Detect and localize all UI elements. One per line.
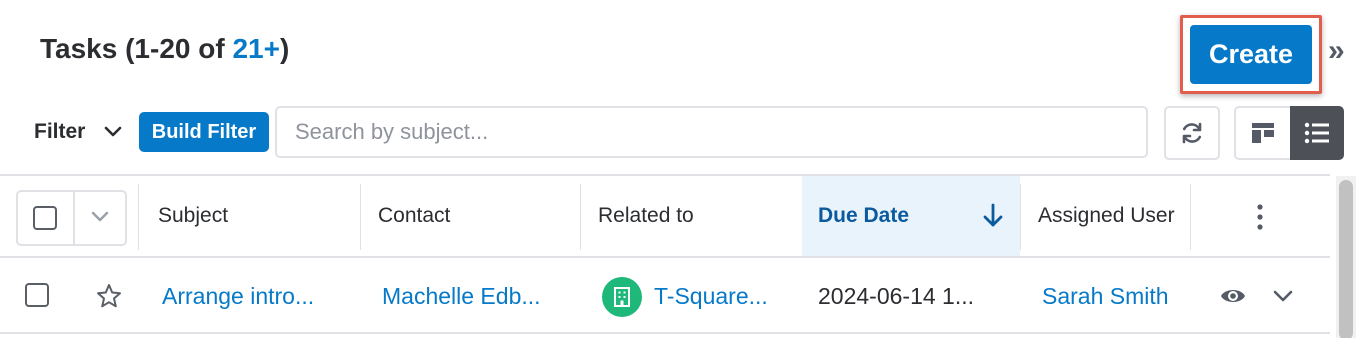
vertical-scrollbar[interactable] xyxy=(1336,176,1356,338)
column-header-assigned-user[interactable]: Assigned User xyxy=(1038,176,1175,256)
refresh-button[interactable] xyxy=(1164,106,1220,160)
title-suffix: ) xyxy=(279,33,290,64)
account-icon xyxy=(602,277,642,317)
contact-link[interactable]: Machelle Edb... xyxy=(382,258,541,334)
chevron-down-icon[interactable] xyxy=(90,210,110,224)
create-button-highlight: Create xyxy=(1180,15,1322,94)
column-separator xyxy=(580,184,581,250)
column-options-icon[interactable] xyxy=(1256,204,1264,230)
due-date-value: 2024-06-14 1... xyxy=(818,283,975,309)
title-prefix: Tasks (1-20 of xyxy=(40,33,233,64)
tile-view-button[interactable] xyxy=(1234,106,1292,160)
column-separator xyxy=(138,184,139,250)
build-filter-button[interactable]: Build Filter xyxy=(139,112,269,152)
column-header-contact[interactable]: Contact xyxy=(378,176,450,256)
column-separator xyxy=(1190,184,1191,250)
chevron-down-icon[interactable] xyxy=(103,124,123,140)
page-title: Tasks (1-20 of 21+) xyxy=(40,33,289,65)
divider xyxy=(73,192,75,244)
task-subject-link[interactable]: Arrange intro... xyxy=(162,258,314,334)
table-row: Arrange intro... Machelle Edb... T-Squar… xyxy=(0,258,1330,334)
arrow-down-icon[interactable] xyxy=(982,203,1004,229)
assigned-user-link[interactable]: Sarah Smith xyxy=(1042,258,1169,334)
eye-icon[interactable] xyxy=(1219,285,1247,307)
row-checkbox[interactable] xyxy=(25,283,49,307)
column-header-due-date[interactable]: Due Date xyxy=(818,176,909,256)
filter-dropdown[interactable]: Filter xyxy=(34,120,85,144)
chevron-down-icon[interactable] xyxy=(1272,288,1294,304)
star-icon[interactable] xyxy=(96,283,122,309)
column-header-related-to[interactable]: Related to xyxy=(598,176,694,256)
select-all-control xyxy=(16,190,127,246)
search-input[interactable] xyxy=(275,106,1148,158)
refresh-icon xyxy=(1182,122,1202,144)
list-view-button[interactable] xyxy=(1290,106,1344,160)
related-to-link[interactable]: T-Square... xyxy=(654,258,768,334)
list-view-icon xyxy=(1304,122,1329,144)
scrollbar-thumb[interactable] xyxy=(1339,180,1353,338)
building-icon xyxy=(614,287,630,307)
record-count-link[interactable]: 21+ xyxy=(232,33,280,64)
column-header-subject[interactable]: Subject xyxy=(158,176,228,256)
table-header: Subject Contact Related to Due Date Assi… xyxy=(0,174,1330,258)
tile-view-icon xyxy=(1252,123,1274,143)
column-separator xyxy=(1020,184,1021,250)
create-button[interactable]: Create xyxy=(1190,25,1312,84)
double-chevron-right-icon[interactable]: » xyxy=(1328,36,1354,66)
select-all-checkbox[interactable] xyxy=(33,206,57,230)
column-separator xyxy=(360,184,361,250)
